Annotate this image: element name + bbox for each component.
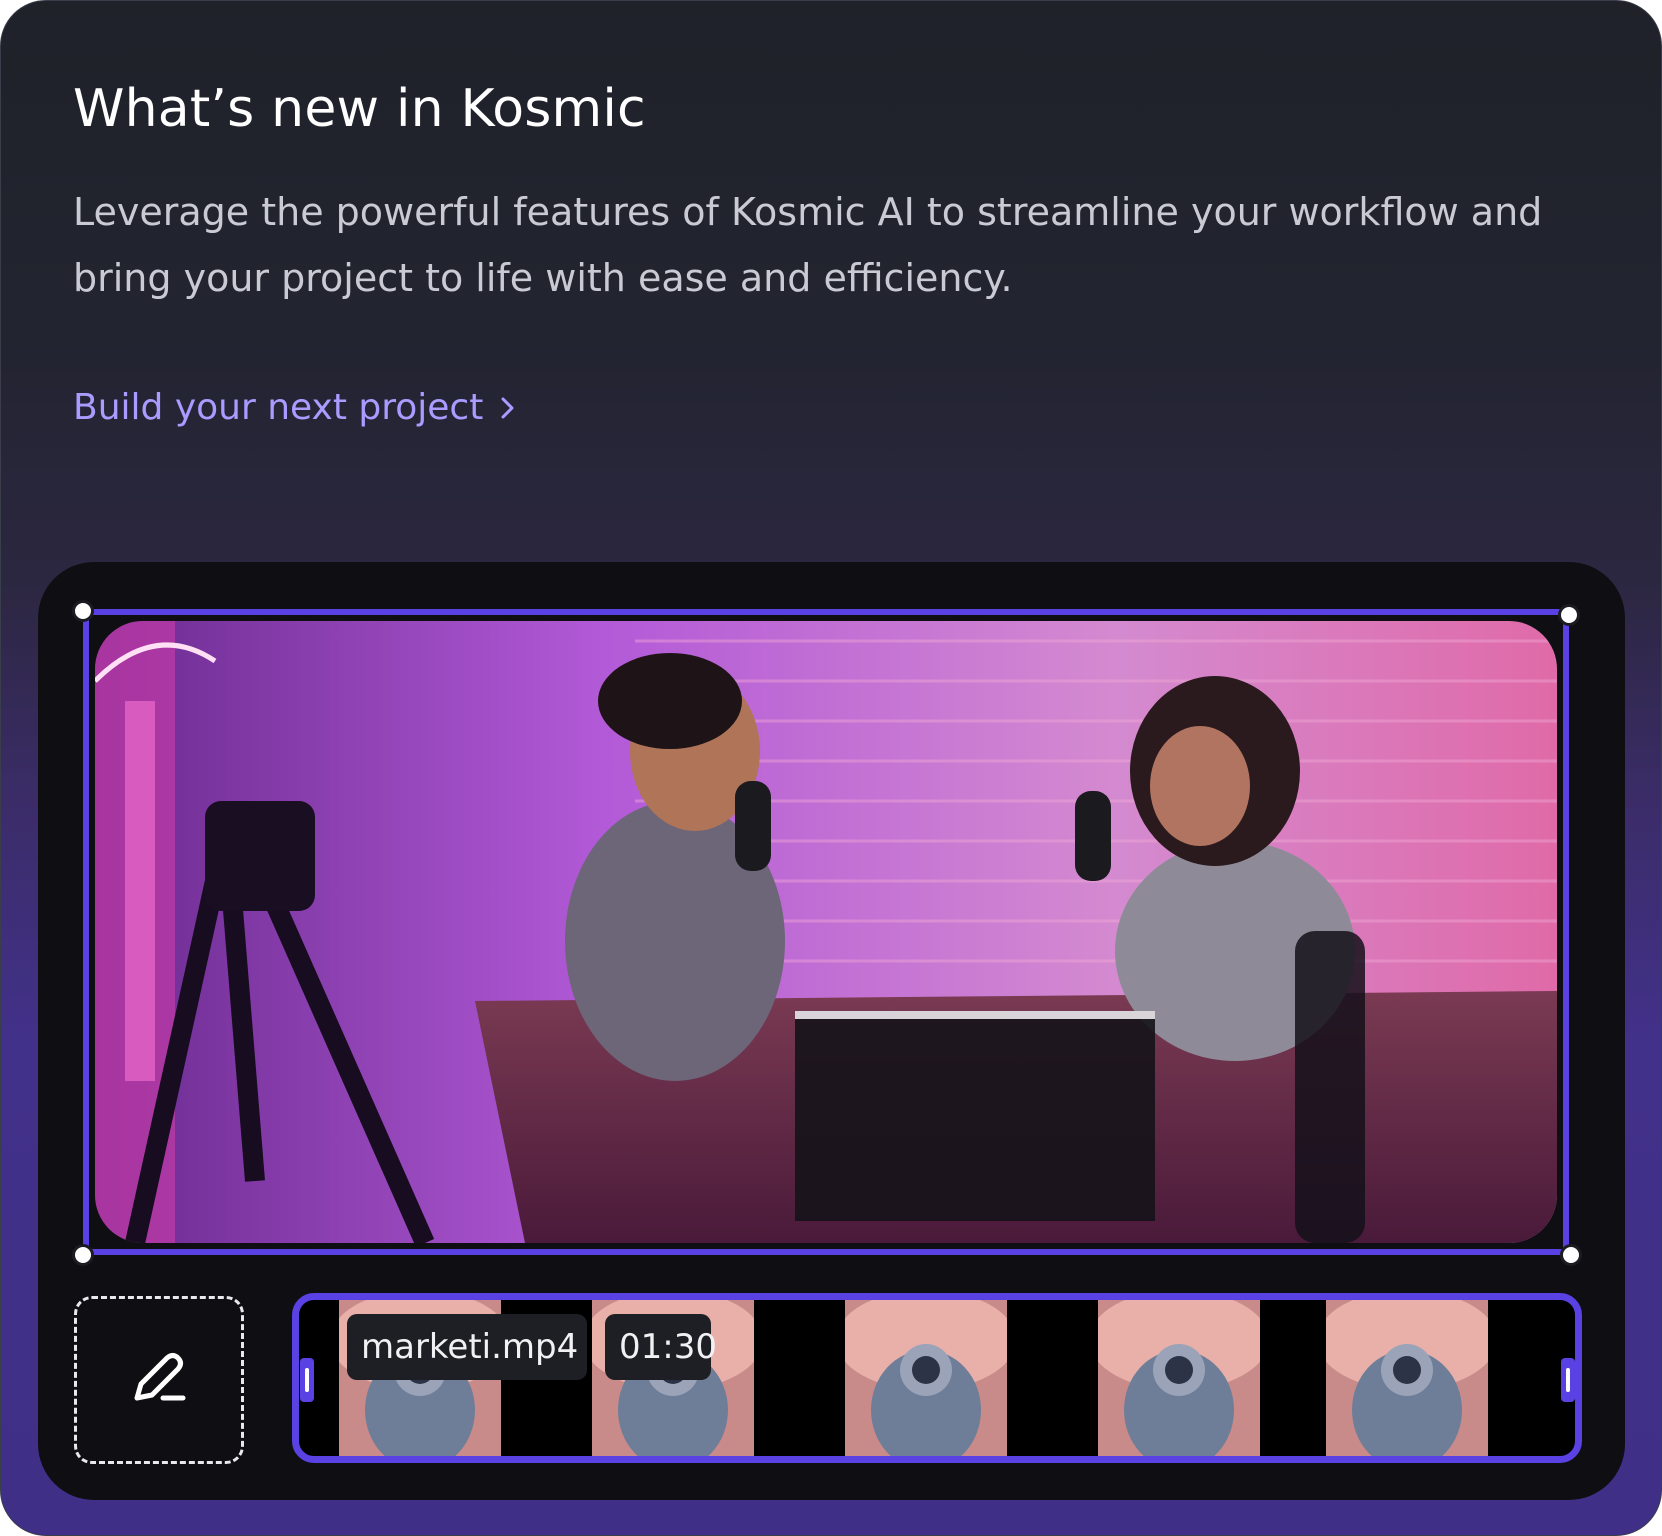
resize-handle-bottom-right[interactable] [1560,1244,1582,1266]
build-project-link-label: Build your next project [73,387,484,428]
video-editor-panel: marketi.mp4 01:30 [38,562,1625,1500]
timeline-thumbnail [1326,1300,1488,1456]
card-description: Leverage the powerful features of Kosmic… [73,190,1543,300]
pencil-icon [127,1346,191,1414]
resize-handle-top-right[interactable] [1558,604,1580,626]
whats-new-card: What’s new in Kosmic Leverage the powerf… [0,0,1662,1536]
timeline-thumbnail [1098,1300,1260,1456]
podcast-studio-photo [95,621,1557,1243]
edit-button[interactable] [74,1296,244,1464]
trim-handle-left[interactable] [300,1358,314,1402]
resize-handle-top-left[interactable] [72,600,94,622]
clip-timeline[interactable]: marketi.mp4 01:30 [292,1293,1582,1463]
trim-handle-right[interactable] [1561,1358,1575,1402]
resize-handle-bottom-left[interactable] [72,1244,94,1266]
timeline-thumbnail [845,1300,1007,1456]
chevron-right-icon [501,396,515,420]
clip-filename: marketi.mp4 [347,1314,587,1380]
video-preview-frame[interactable] [83,609,1569,1255]
card-title: What’s new in Kosmic [73,79,646,139]
build-project-link[interactable]: Build your next project [73,387,515,428]
clip-duration: 01:30 [605,1314,717,1380]
